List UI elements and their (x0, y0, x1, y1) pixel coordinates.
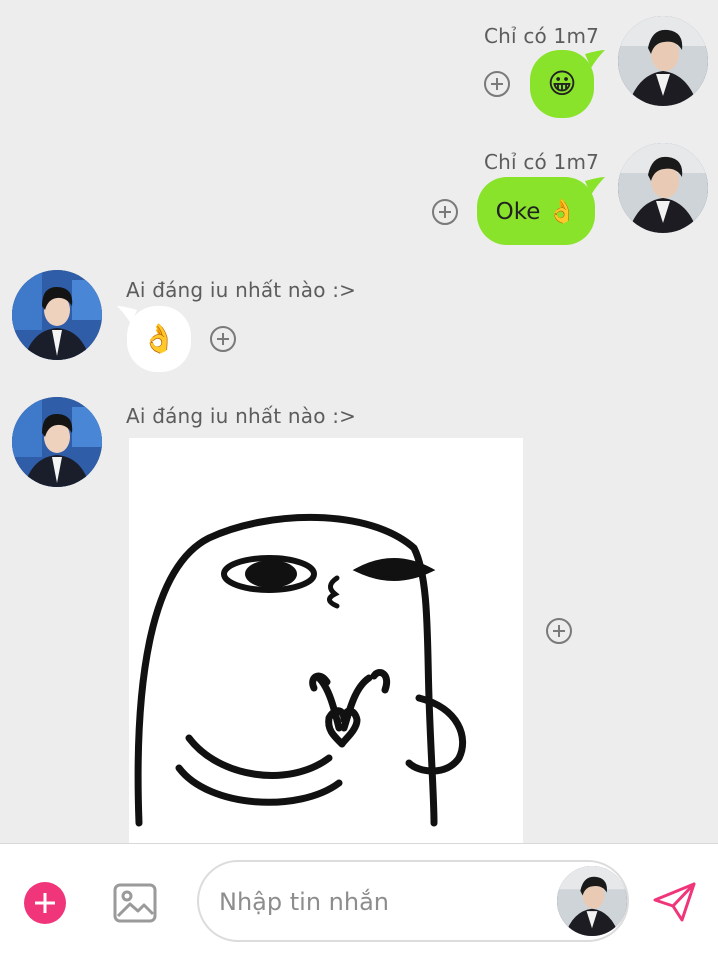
plus-circle-icon[interactable] (24, 882, 66, 924)
sticker-image[interactable] (129, 438, 523, 843)
message-text: 😀 (547, 67, 577, 100)
image-icon-glyph (113, 883, 157, 923)
avatar[interactable] (12, 270, 102, 360)
bubble-tail-icon (585, 177, 605, 195)
chat-message-list[interactable]: Chỉ có 1m7 😀 Chỉ có 1m7 Oke 👌 Ai đáng iu… (0, 0, 718, 843)
sender-name: Ai đáng iu nhất nào :> (126, 404, 357, 428)
avatar-image (557, 866, 627, 936)
avatar-image (618, 143, 708, 233)
message-input[interactable] (217, 880, 541, 924)
identity-avatar[interactable] (557, 866, 627, 936)
avatar-image (12, 270, 102, 360)
sender-name: Chỉ có 1m7 (484, 24, 600, 48)
paper-plane-icon[interactable] (652, 880, 698, 924)
avatar[interactable] (618, 16, 708, 106)
add-reaction-icon[interactable] (210, 326, 236, 352)
send-icon-glyph (653, 882, 696, 922)
sender-name: Chỉ có 1m7 (484, 150, 600, 174)
image-icon[interactable] (112, 880, 158, 926)
add-reaction-icon[interactable] (484, 71, 510, 97)
add-reaction-icon[interactable] (432, 199, 458, 225)
avatar[interactable] (618, 143, 708, 233)
bubble-tail-icon (585, 50, 605, 68)
bubble-tail-icon (117, 306, 137, 324)
message-text: Oke 👌 (495, 198, 577, 225)
avatar[interactable] (12, 397, 102, 487)
sticker-drawing (134, 514, 467, 827)
sender-name: Ai đáng iu nhất nào :> (126, 278, 357, 302)
add-reaction-icon[interactable] (546, 618, 572, 644)
message-bubble[interactable]: Oke 👌 (477, 177, 595, 245)
avatar-image (12, 397, 102, 487)
avatar-image (618, 16, 708, 106)
message-text: 👌 (141, 322, 177, 355)
